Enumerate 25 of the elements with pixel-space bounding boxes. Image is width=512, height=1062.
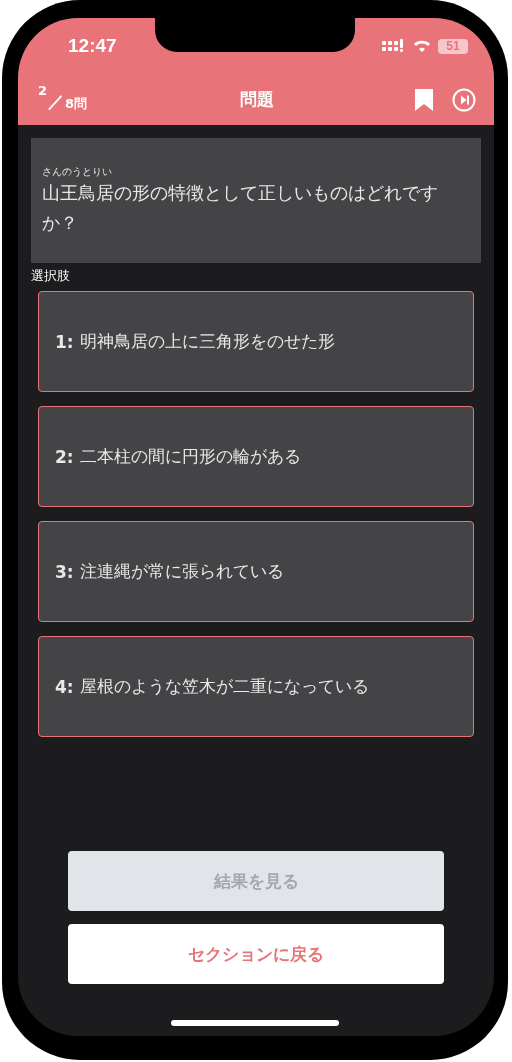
option-number: 1: — [55, 331, 74, 352]
option-number: 4: — [55, 676, 74, 697]
answer-option[interactable]: 2: 二本柱の間に円形の輪がある — [38, 406, 474, 507]
fraction-slash: ／ — [48, 91, 65, 113]
option-text: 屋根のような笠木が二重になっている — [79, 675, 369, 698]
wifi-icon — [412, 39, 432, 53]
furigana: さんのうとりい — [42, 166, 113, 178]
answer-option[interactable]: 1: 明神鳥居の上に三角形をのせた形 — [38, 291, 474, 392]
skip-forward-icon[interactable] — [452, 87, 476, 112]
current-question-number: 2 — [38, 82, 48, 98]
total-questions: 8問 — [65, 94, 88, 113]
option-text: 明神鳥居の上に三角形をのせた形 — [79, 330, 335, 353]
question-text: 山王鳥居の形の特徴として正しいものはどれですか？ — [42, 181, 439, 235]
signal-icon — [382, 39, 406, 53]
status-time: 12:47 — [68, 35, 117, 57]
battery-indicator: 51 — [438, 38, 468, 54]
option-text: 注連縄が常に張られている — [79, 560, 284, 583]
option-text: 二本柱の間に円形の輪がある — [79, 445, 301, 468]
bookmark-icon[interactable] — [414, 87, 434, 112]
choices-label: 選択肢 — [30, 267, 71, 285]
option-number: 2: — [55, 446, 74, 467]
answer-option[interactable]: 3: 注連縄が常に張られている — [38, 521, 474, 622]
screen-title: 問題 — [239, 88, 275, 111]
answer-option[interactable]: 4: 屋根のような笠木が二重になっている — [38, 636, 474, 737]
option-number: 3: — [55, 561, 74, 582]
